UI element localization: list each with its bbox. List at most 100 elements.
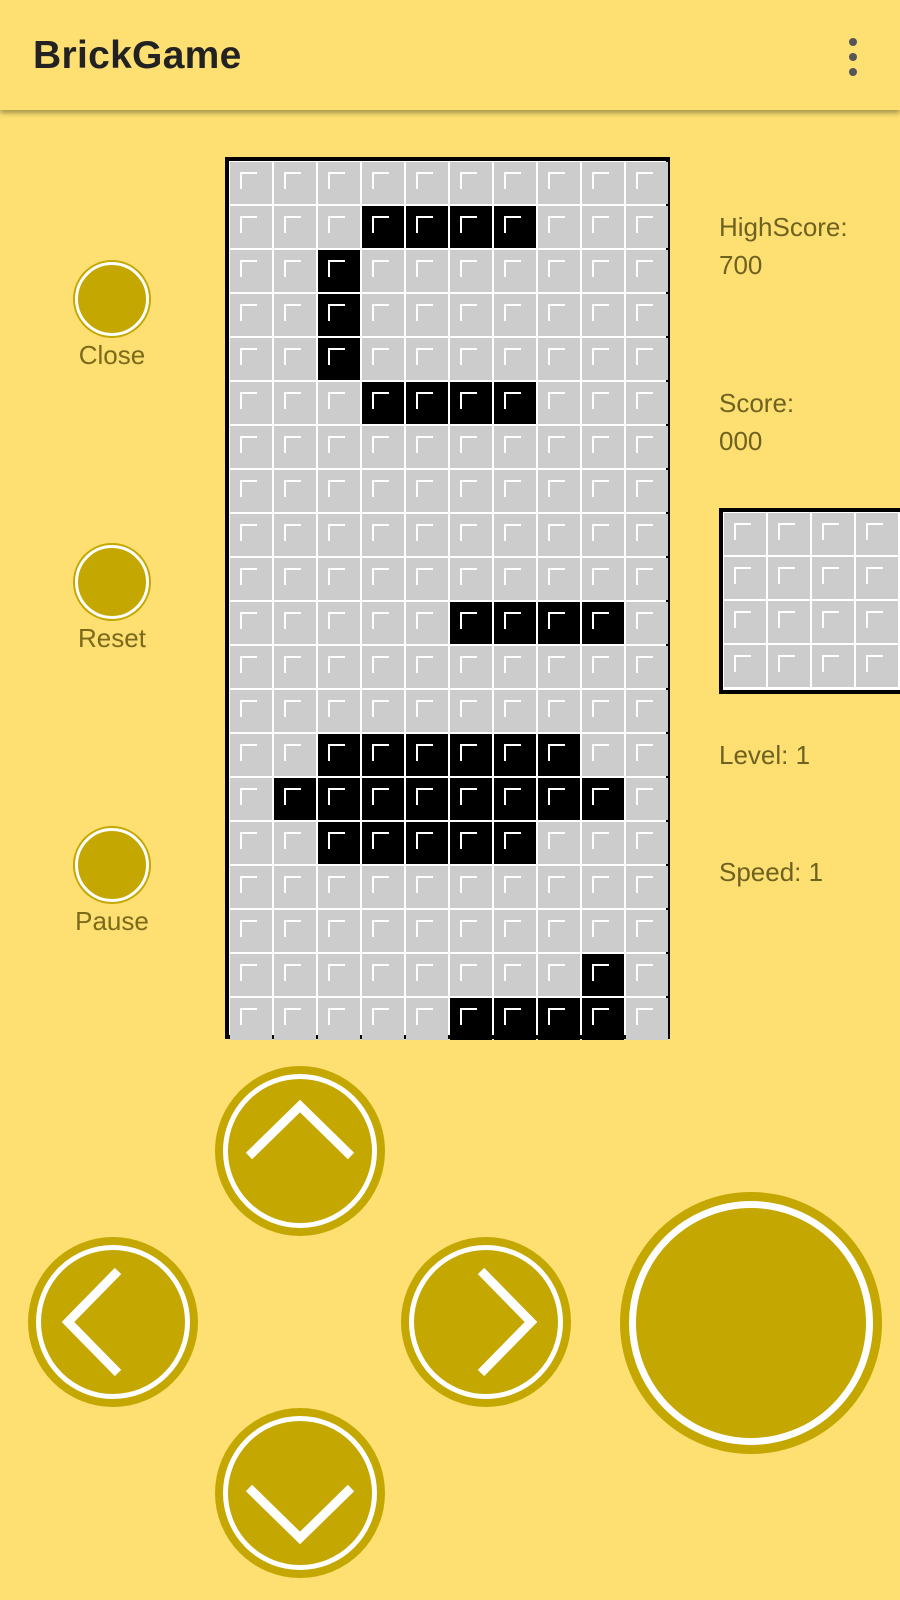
preview-cell	[812, 645, 854, 687]
board-cell	[406, 470, 448, 512]
board-cell	[274, 778, 316, 820]
reset-button-wrap	[75, 545, 149, 619]
speed-label: Speed:	[719, 857, 802, 887]
board-grid	[229, 161, 669, 1041]
board-cell	[494, 690, 536, 732]
board-cell	[274, 206, 316, 248]
board-cell	[406, 822, 448, 864]
rotate-action-button[interactable]	[620, 1192, 882, 1454]
board-cell	[318, 206, 360, 248]
board-cell	[450, 602, 492, 644]
board-cell	[362, 690, 404, 732]
board-cell	[538, 646, 580, 688]
board-cell	[538, 162, 580, 204]
board-cell	[230, 206, 272, 248]
board-cell	[230, 426, 272, 468]
menu-dot	[849, 53, 857, 61]
preview-cell	[724, 645, 766, 687]
pause-button[interactable]	[75, 828, 149, 902]
up-button[interactable]	[215, 1066, 385, 1236]
board-cell	[362, 734, 404, 776]
board-cell	[230, 294, 272, 336]
close-button-wrap	[75, 262, 149, 336]
board-cell	[626, 294, 668, 336]
preview-cell	[856, 513, 898, 555]
board-cell	[538, 382, 580, 424]
board-cell	[582, 998, 624, 1040]
board-cell	[494, 954, 536, 996]
board-cell	[230, 998, 272, 1040]
board-cell	[626, 954, 668, 996]
board-cell	[362, 866, 404, 908]
board-cell	[406, 602, 448, 644]
board-cell	[582, 514, 624, 556]
board-cell	[494, 602, 536, 644]
pause-label: Pause	[75, 906, 149, 936]
board-cell	[230, 778, 272, 820]
board-cell	[406, 338, 448, 380]
board-cell	[406, 690, 448, 732]
preview-cell	[768, 601, 810, 643]
board-cell	[406, 294, 448, 336]
board-cell	[406, 514, 448, 556]
board-cell	[626, 734, 668, 776]
board-cell	[274, 294, 316, 336]
board-cell	[626, 646, 668, 688]
board-cell	[538, 294, 580, 336]
more-vert-icon[interactable]	[846, 38, 860, 78]
board-cell	[362, 910, 404, 952]
preview-cell	[812, 557, 854, 599]
speed-value: 1	[808, 857, 824, 887]
pause-button-wrap	[75, 828, 149, 902]
down-button[interactable]	[215, 1408, 385, 1578]
board-cell	[450, 294, 492, 336]
board-cell	[450, 338, 492, 380]
highscore-label: HighScore:	[719, 212, 848, 242]
board-cell	[230, 602, 272, 644]
preview-cell	[724, 601, 766, 643]
board-cell	[538, 206, 580, 248]
board-cell	[406, 250, 448, 292]
board-cell	[362, 338, 404, 380]
board-cell	[318, 162, 360, 204]
board-cell	[450, 514, 492, 556]
right-button[interactable]	[401, 1237, 571, 1407]
score-value: 000	[719, 426, 763, 456]
board-cell	[318, 646, 360, 688]
board-cell	[494, 294, 536, 336]
board-cell	[230, 954, 272, 996]
board-cell	[450, 778, 492, 820]
board-cell	[538, 734, 580, 776]
board-cell	[406, 162, 448, 204]
board-cell	[362, 602, 404, 644]
reset-button[interactable]	[75, 545, 149, 619]
board-cell	[450, 250, 492, 292]
board-cell	[230, 162, 272, 204]
board-cell	[406, 426, 448, 468]
board-cell	[626, 998, 668, 1040]
board-cell	[450, 822, 492, 864]
board-cell	[406, 558, 448, 600]
close-button[interactable]	[75, 262, 149, 336]
board-cell	[362, 470, 404, 512]
board-cell	[318, 558, 360, 600]
board-cell	[582, 822, 624, 864]
board-cell	[406, 382, 448, 424]
arrow-up-icon	[245, 1099, 355, 1160]
board-cell	[582, 250, 624, 292]
board-cell	[318, 866, 360, 908]
arrow-down-icon	[245, 1484, 355, 1545]
board-cell	[230, 910, 272, 952]
arrow-left-icon	[61, 1267, 122, 1377]
board-cell	[626, 426, 668, 468]
preview-cell	[768, 557, 810, 599]
board-cell	[494, 250, 536, 292]
board-cell	[494, 426, 536, 468]
board-cell	[538, 690, 580, 732]
board-cell	[494, 910, 536, 952]
board-cell	[318, 910, 360, 952]
board-cell	[582, 338, 624, 380]
left-button[interactable]	[28, 1237, 198, 1407]
board-cell	[582, 734, 624, 776]
board-cell	[494, 778, 536, 820]
